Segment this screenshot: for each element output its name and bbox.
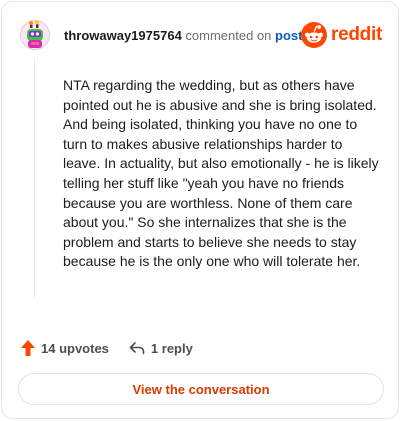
reply-count: 1 reply	[150, 340, 193, 356]
upvote-count: 14 upvotes	[41, 340, 109, 356]
comment-body: NTA regarding the wedding, but as others…	[63, 77, 379, 270]
upvote-arrow-icon	[21, 340, 35, 356]
reddit-brand[interactable]: reddit	[301, 20, 382, 50]
reddit-logo-icon	[301, 22, 328, 48]
commented-on-text: commented on	[185, 28, 272, 43]
view-conversation-button[interactable]: View the conversation	[18, 373, 384, 405]
comment-header: throwaway1975764 commented on post reddi…	[20, 20, 382, 50]
upvote-button[interactable]: 14 upvotes	[20, 339, 109, 357]
reply-arrow-icon	[129, 342, 145, 355]
username[interactable]: throwaway1975764	[64, 28, 182, 43]
reddit-wordmark: reddit	[331, 24, 382, 45]
reply-button[interactable]: 1 reply	[129, 341, 193, 356]
comment-actions: 14 upvotes 1 reply	[20, 336, 193, 360]
post-link[interactable]: post	[275, 28, 302, 43]
comment-card: throwaway1975764 commented on post reddi…	[1, 1, 399, 419]
avatar[interactable]	[20, 20, 50, 50]
thread-line	[34, 58, 35, 298]
comment-meta: throwaway1975764 commented on post	[64, 28, 303, 44]
